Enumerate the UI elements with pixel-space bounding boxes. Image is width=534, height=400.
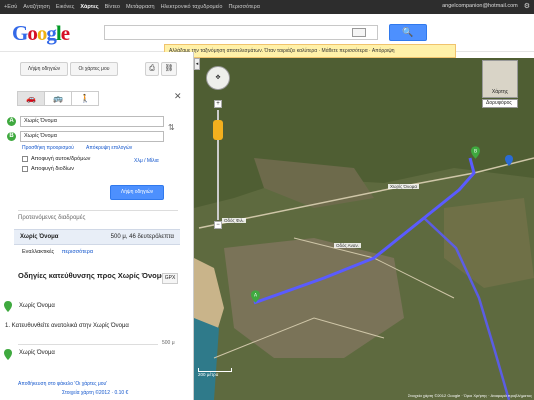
travel-mode-selector: 🚗 🚌 🚶 [17,91,99,106]
scale-bar: 200 μέτρα [198,368,232,377]
nav-item-images[interactable]: Εικόνες [56,4,75,10]
divider [18,210,178,211]
my-places-button[interactable]: Οι χάρτες μου [70,62,118,76]
checkbox-icon[interactable] [22,166,28,172]
start-label: Χωρίς Όνομα [19,303,55,309]
step-1-distance: 500 μ [162,340,175,346]
nav-item-search[interactable]: Αναζήτηση [23,4,50,10]
keyboard-icon[interactable] [352,28,366,37]
map-pin-a-icon[interactable]: A [251,290,260,303]
top-nav-links: +Εσύ Αναζήτηση Εικόνες Χάρτες Βίντεο Μετ… [4,4,260,10]
from-field[interactable]: Χωρίς Όνομα [20,116,164,127]
search-button[interactable]: 🔍 [389,24,427,41]
nav-item-maps[interactable]: Χάρτες [80,4,98,10]
collapse-panel-button[interactable]: ◂ [194,58,200,70]
directions-title: Οδηγίες κατεύθυνσης προς Χωρίς Όνομα [18,271,166,280]
pan-control[interactable]: ✥ [206,66,230,90]
gpx-button[interactable]: GPX [162,273,178,284]
top-account-area: angelcompanion@hotmail.com ⚙ [442,2,530,10]
suggested-routes-title: Προτεινόμενες διαδρομές [18,215,86,221]
marker-b-icon: B [7,132,16,141]
street-label: Οδός Αναν. [334,243,361,248]
print-icon[interactable]: ⎙ [145,62,159,76]
user-email[interactable]: angelcompanion@hotmail.com [442,3,518,9]
show-options-link[interactable]: Απόκρυψη επιλογών [86,145,132,151]
pin-b-icon [4,349,12,360]
divider [18,344,158,345]
marker-a-icon: A [7,117,16,126]
swap-icon[interactable]: ⇅ [168,123,175,132]
top-navigation-bar: +Εσύ Αναζήτηση Εικόνες Χάρτες Βίντεο Μετ… [0,0,534,14]
units-link[interactable]: Χλμ / Μίλια [134,158,159,164]
save-link[interactable]: Αποθήκευση στο φάκελο 'Οι χάρτες μου' [18,381,107,387]
nav-item-videos[interactable]: Βίντεο [105,4,120,10]
get-directions-tab-button[interactable]: Λήψη οδηγιών [20,62,68,76]
car-mode-icon[interactable]: 🚗 [18,92,45,105]
nav-item-mail[interactable]: Ηλεκτρονικό ταχυδρομείο [161,4,223,10]
nav-item-translate[interactable]: Μετάφραση [126,4,155,10]
map-place-marker-icon[interactable] [505,155,513,166]
close-icon[interactable]: ✕ [174,91,182,102]
gear-icon[interactable]: ⚙ [524,2,530,10]
scale-label: 200 μέτρα [198,372,219,377]
end-label: Χωρίς Όνομα [19,350,55,356]
pin-a-icon [4,301,12,312]
add-destination-link[interactable]: Προσθήκη προορισμού [22,145,74,151]
footer-note: Στοιχεία χάρτη ©2012 · 0.10 € [62,390,129,396]
street-label: Χωρίς Όνομα [388,184,419,189]
walk-mode-icon[interactable]: 🚶 [72,92,98,105]
zoom-in-button[interactable]: + [214,100,222,108]
search-input[interactable] [104,25,378,40]
route-2-name: Εναλλακτικές [22,249,55,255]
route-1-name: Χωρίς Όνομα [20,234,59,240]
zoom-out-button[interactable]: − [214,221,222,229]
nav-item-plus[interactable]: +Εσύ [4,4,17,10]
map-pin-b-icon[interactable]: B [471,146,480,159]
avoid-highways-label: Αποφυγή αυτοκ/δρόμων [31,156,91,162]
avoid-tolls-label: Αποφυγή διοδίων [31,166,75,172]
link-icon[interactable]: ⛓ [161,62,177,76]
nav-item-more[interactable]: Περισσότερα [228,4,259,10]
route-2-link[interactable]: περισσότερα [62,249,93,255]
notice-bar: Αλλάξαμε την ταξινόμηση αποτελεσμάτων. Ό… [164,44,456,58]
step-1-text[interactable]: 1. Κατευθυνθείτε ανατολικά στην Χωρίς Όν… [5,323,129,329]
satellite-imagery [194,58,534,400]
get-directions-button[interactable]: Λήψη οδηγιών [110,185,164,200]
avoid-tolls-option[interactable]: Αποφυγή διοδίων [22,166,74,172]
route-option-1[interactable]: Χωρίς Όνομα 500 μ, 46 δευτερόλεπτα [14,229,180,245]
checkbox-icon[interactable] [22,156,28,162]
directions-panel: Λήψη οδηγιών Οι χάρτες μου ⎙ ⛓ 🚗 🚌 🚶 ✕ A… [0,52,194,400]
map-type-button[interactable]: Χάρτης [482,60,518,98]
route-1-detail: 500 μ, 46 δευτερόλεπτα [110,234,174,240]
transit-mode-icon[interactable]: 🚌 [45,92,72,105]
google-logo[interactable]: Google [12,21,70,46]
map-attribution[interactable]: Στοιχεία χάρτη ©2012 Google · Όροι Χρήση… [408,393,532,398]
street-label: Οδός Φιλ. [222,218,247,223]
map-type-dropdown[interactable]: Δορυφόρος [482,99,518,108]
svg-text:B: B [474,149,477,155]
street-view-pegman-icon[interactable] [213,120,223,140]
avoid-highways-option[interactable]: Αποφυγή αυτοκ/δρόμων [22,156,90,162]
route-option-2[interactable]: Εναλλακτικές περισσότερα [22,249,93,255]
map-canvas[interactable]: Οδός Φιλ. Χωρίς Όνομα Οδός Αναν. A B ✥ +… [194,58,534,400]
to-field[interactable]: Χωρίς Όνομα [20,131,164,142]
